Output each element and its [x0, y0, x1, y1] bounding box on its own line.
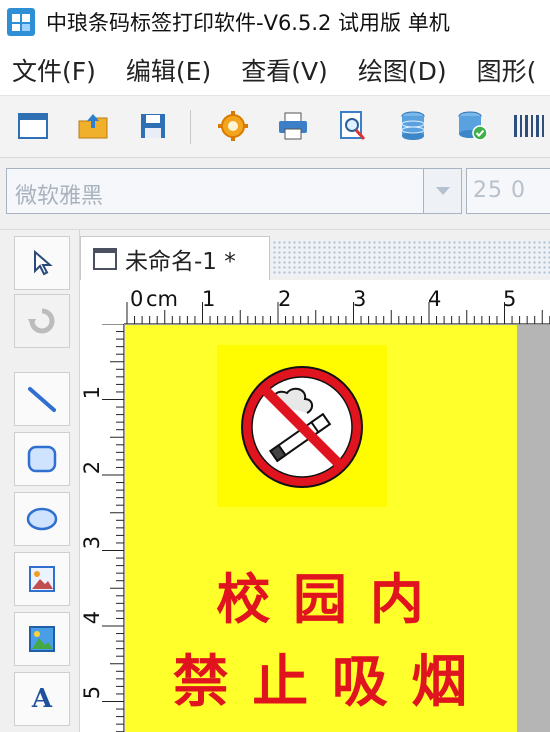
- toolbar-separator: [190, 110, 191, 144]
- ruler-label: 3: [353, 287, 367, 311]
- document-tab-title: 未命名-1 *: [125, 248, 236, 275]
- font-toolbar: 微软雅黑 25 0: [0, 158, 550, 230]
- database-settings-icon[interactable]: [456, 109, 490, 143]
- document-tab[interactable]: 未命名-1 *: [80, 236, 270, 280]
- chevron-down-icon[interactable]: [424, 168, 462, 214]
- print-icon[interactable]: [276, 109, 310, 143]
- settings-gear-icon[interactable]: [216, 109, 250, 143]
- toolbar: [0, 96, 550, 158]
- sign-title-line2[interactable]: 禁 止 吸 烟: [125, 637, 517, 718]
- ruler-label: 3: [80, 535, 105, 550]
- vertical-ruler: 1 2 3 4 5: [80, 324, 124, 732]
- print-preview-icon[interactable]: [336, 109, 370, 143]
- horizontal-ruler: 0 cm 1 2 3 4 5: [80, 280, 550, 324]
- ruler-label: 4: [80, 610, 105, 625]
- menu-bar: 文件(F) 编辑(E) 查看(V) 绘图(D) 图形(: [0, 44, 550, 96]
- ruler-unit: cm: [146, 287, 179, 311]
- app-window: 中琅条码标签打印软件-V6.5.2 试用版 单机 文件(F) 编辑(E) 查看(…: [0, 0, 550, 732]
- select-arrow-icon[interactable]: [14, 236, 70, 290]
- ruler-corner: [80, 280, 124, 324]
- line-tool-icon[interactable]: [14, 372, 70, 426]
- ruler-label: 2: [80, 460, 105, 475]
- ruler-label: 4: [428, 287, 442, 311]
- image-tool-icon[interactable]: [14, 552, 70, 606]
- ellipse-tool-icon[interactable]: [14, 492, 70, 546]
- document-icon: [93, 247, 117, 270]
- save-icon[interactable]: [136, 109, 170, 143]
- menu-draw[interactable]: 绘图(D): [358, 52, 447, 88]
- barcode-icon[interactable]: [512, 109, 546, 143]
- ruler-label: 5: [503, 287, 517, 311]
- picture-tool-icon[interactable]: [14, 612, 70, 666]
- ruler-label: 0: [130, 287, 144, 311]
- text-tool-icon[interactable]: A: [14, 672, 70, 726]
- title-bar: 中琅条码标签打印软件-V6.5.2 试用版 单机: [0, 0, 550, 44]
- window-title: 中琅条码标签打印软件-V6.5.2 试用版 单机: [46, 11, 450, 35]
- menu-view[interactable]: 查看(V): [241, 52, 328, 88]
- ruler-label: 5: [80, 685, 105, 700]
- open-folder-icon[interactable]: [76, 109, 110, 143]
- database-icon[interactable]: [396, 109, 430, 143]
- menu-edit[interactable]: 编辑(E): [126, 52, 211, 88]
- tool-palette: A: [0, 230, 80, 732]
- rotate-icon[interactable]: [14, 294, 70, 348]
- font-size-input[interactable]: 25 0: [466, 168, 550, 214]
- text-tool-label: A: [31, 684, 53, 714]
- document-tab-bar: 未命名-1 *: [80, 230, 550, 280]
- ruler-label: 1: [80, 385, 105, 400]
- menu-file[interactable]: 文件(F): [12, 52, 96, 88]
- label-page[interactable]: 校 园 内 禁 止 吸 烟: [125, 325, 517, 732]
- menu-shape[interactable]: 图形(: [477, 52, 537, 88]
- app-logo-icon: [6, 7, 36, 37]
- rounded-rectangle-tool-icon[interactable]: [14, 432, 70, 486]
- ruler-label: 2: [278, 287, 292, 311]
- tab-bar-background: [272, 240, 550, 276]
- no-smoking-icon[interactable]: [217, 345, 387, 507]
- new-document-icon[interactable]: [16, 109, 50, 143]
- sign-title-line1[interactable]: 校 园 内: [125, 555, 517, 634]
- ruler-label: 1: [202, 287, 216, 311]
- design-canvas[interactable]: 0 cm 1 2 3 4 5 1 2 3 4 5 校 园 内 禁 止 吸 烟: [80, 280, 550, 732]
- canvas-margin: [517, 325, 550, 732]
- font-name-combobox[interactable]: 微软雅黑: [6, 168, 424, 214]
